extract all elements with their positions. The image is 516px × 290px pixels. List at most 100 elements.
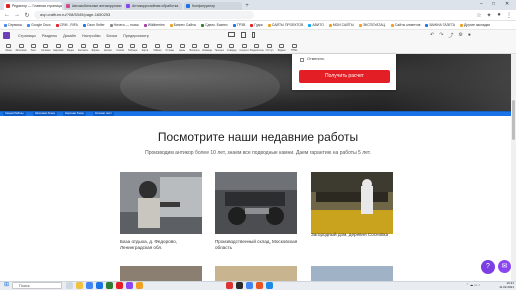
chat-icon[interactable]: ? <box>481 260 495 274</box>
agree-checkbox[interactable] <box>300 58 304 62</box>
cms-tool-button[interactable]: Контакты <box>77 41 88 54</box>
bookmark-item[interactable]: АВИТО <box>308 23 324 27</box>
bookmark-item[interactable]: Сервисы <box>4 23 22 27</box>
bookmark-item[interactable]: ТРЗВ <box>232 23 245 27</box>
bookmark-item[interactable]: МОИ САЙТЫ <box>328 23 354 27</box>
cms-logo[interactable] <box>3 32 10 39</box>
browser-tab[interactable]: Редактор — Главная страница <box>4 2 62 10</box>
mobile-view-icon[interactable] <box>252 32 255 38</box>
taskbar-clock[interactable]: 10:21 11.02.2021 <box>488 281 514 289</box>
browser-menu-icon[interactable]: ⋮ <box>506 12 512 19</box>
back-icon[interactable]: ← <box>4 12 10 18</box>
cms-tool-button[interactable]: Кнопки <box>102 41 113 54</box>
settings-icon[interactable]: ⚙ <box>458 32 462 39</box>
bookmark-item[interactable]: Сделк. Бизнес <box>201 23 228 27</box>
system-tray-icons[interactable]: ⌃ ☁ ▭ ♪ <box>466 283 480 287</box>
app-taskbar-icon[interactable] <box>116 282 123 289</box>
cms-tool-button[interactable]: Соцсети <box>238 41 249 54</box>
cms-tool-button[interactable]: Цены <box>176 41 187 54</box>
new-tab-icon[interactable]: + <box>244 3 250 9</box>
cms-tool-button[interactable]: HTML <box>289 41 300 54</box>
bookmark-item[interactable]: ВАЖНА ГАЗЕТА <box>425 23 455 27</box>
work-photo[interactable] <box>120 172 202 234</box>
block-tag[interactable]: Заголовок блока <box>33 112 57 116</box>
bookmark-item[interactable]: Ничего — поиск <box>109 23 139 27</box>
cms-tool-button[interactable]: Разделитель <box>250 41 264 54</box>
cms-tool-button[interactable]: Виджет <box>276 41 287 54</box>
extension-icon[interactable]: ✦ <box>486 12 492 19</box>
cms-menu-item[interactable]: Предпросмотр <box>123 34 149 38</box>
bookmark-item[interactable]: САЙТЫ ПРОЕКТОВ <box>267 23 303 27</box>
cms-tool-button[interactable]: Видео <box>65 41 76 54</box>
bookmark-item[interactable]: ЭКСПЛУАТАЦ. <box>358 23 386 27</box>
app-taskbar-icon[interactable] <box>136 282 143 289</box>
close-window-icon[interactable]: ✕ <box>505 1 509 7</box>
cms-tool-button[interactable]: Вопросы <box>189 41 200 54</box>
bookmark-item[interactable]: Бизнес Сайты <box>169 23 196 27</box>
bookmark-item[interactable]: Ozon Seller <box>82 23 105 27</box>
cms-tool-button[interactable]: Формы <box>90 41 101 54</box>
publish-icon[interactable]: ⤴ <box>448 32 453 39</box>
start-menu-icon[interactable]: ⊞ <box>3 282 10 289</box>
browser-tab[interactable]: Конфигуратор <box>184 2 242 10</box>
undo-icon[interactable]: ↶ <box>430 32 434 39</box>
cms-tool-button[interactable]: Таблица <box>127 41 138 54</box>
app-taskbar-icon[interactable] <box>266 282 273 289</box>
bookmark-item[interactable]: Google Docs <box>27 23 51 27</box>
app-taskbar-icon[interactable] <box>246 282 253 289</box>
cms-menu-item[interactable]: Разделы <box>42 34 57 38</box>
block-tag[interactable]: Колонки текст <box>93 112 114 116</box>
tablet-view-icon[interactable] <box>241 32 246 38</box>
browser-taskbar-icon[interactable] <box>86 282 93 289</box>
app-taskbar-icon[interactable] <box>226 282 233 289</box>
page-scroll-thumb[interactable] <box>512 100 515 140</box>
work-photo[interactable] <box>120 266 202 281</box>
bookmark-item[interactable]: Сайты клиентов <box>390 23 420 27</box>
cms-tool-button[interactable]: Заголовок <box>15 41 27 54</box>
cms-menu-item[interactable]: Настройки <box>82 34 101 38</box>
bookmark-item[interactable]: CRM - RIFA <box>55 23 78 27</box>
app-taskbar-icon[interactable] <box>106 282 113 289</box>
desktop-view-icon[interactable] <box>228 32 235 37</box>
work-photo[interactable] <box>311 172 393 234</box>
cms-menu-item[interactable]: Страницы <box>18 34 36 38</box>
cms-tool-button[interactable]: Команда <box>201 41 212 54</box>
cms-tool-button[interactable]: Меню <box>3 41 14 54</box>
app-taskbar-icon[interactable] <box>236 282 243 289</box>
cms-menu-item[interactable]: Блоки <box>107 34 118 38</box>
cms-tool-button[interactable]: Список <box>115 41 126 54</box>
redo-icon[interactable]: ↷ <box>439 32 443 39</box>
bookmark-item[interactable]: Гудок <box>250 23 263 27</box>
block-tag[interactable]: Секция Работы <box>3 112 26 116</box>
block-tag[interactable]: Картинки блока <box>63 112 86 116</box>
maximize-icon[interactable]: □ <box>492 1 495 7</box>
bookmark-item[interactable]: Wildberries <box>143 23 165 27</box>
bookmark-item[interactable]: Другие закладки <box>460 23 490 27</box>
mail-taskbar-icon[interactable] <box>96 282 103 289</box>
cms-tool-button[interactable]: Галерея <box>214 41 225 54</box>
reload-icon[interactable]: ↻ <box>24 12 30 19</box>
cms-tool-button[interactable]: Картинки <box>53 41 64 54</box>
work-photo[interactable] <box>215 172 297 234</box>
taskbar-search-input[interactable]: Поиск <box>12 282 62 289</box>
file-explorer-icon[interactable] <box>76 282 83 289</box>
cms-tool-button[interactable]: Отступ <box>264 41 275 54</box>
forward-icon[interactable]: → <box>14 12 20 18</box>
get-quote-button[interactable]: Получить расчет <box>299 70 390 83</box>
url-field[interactable]: avp.craftum.ru/?08/5349/page-1650253 <box>34 11 254 19</box>
cms-tool-button[interactable]: Карта <box>139 41 150 54</box>
work-photo[interactable] <box>215 266 297 281</box>
cms-menu-item[interactable]: Дизайн <box>63 34 76 38</box>
work-photo[interactable] <box>311 266 393 281</box>
cms-tool-button[interactable]: Колонки <box>40 41 51 54</box>
browser-tab[interactable]: Антикоррозийная обработка <box>124 2 182 10</box>
cms-tool-button[interactable]: Таймер <box>152 41 163 54</box>
cms-tool-button[interactable]: Слайдер <box>226 41 237 54</box>
user-icon[interactable]: ● <box>468 32 471 39</box>
page-scrollbar[interactable] <box>511 54 516 281</box>
browser-tab[interactable]: Автомобильные антикоррозии <box>64 2 122 10</box>
bookmark-star-icon[interactable]: ☆ <box>476 12 482 19</box>
chat-icon[interactable]: ✉ <box>497 259 512 274</box>
task-view-icon[interactable] <box>66 282 73 289</box>
cms-tool-button[interactable]: Отзывы <box>164 41 175 54</box>
